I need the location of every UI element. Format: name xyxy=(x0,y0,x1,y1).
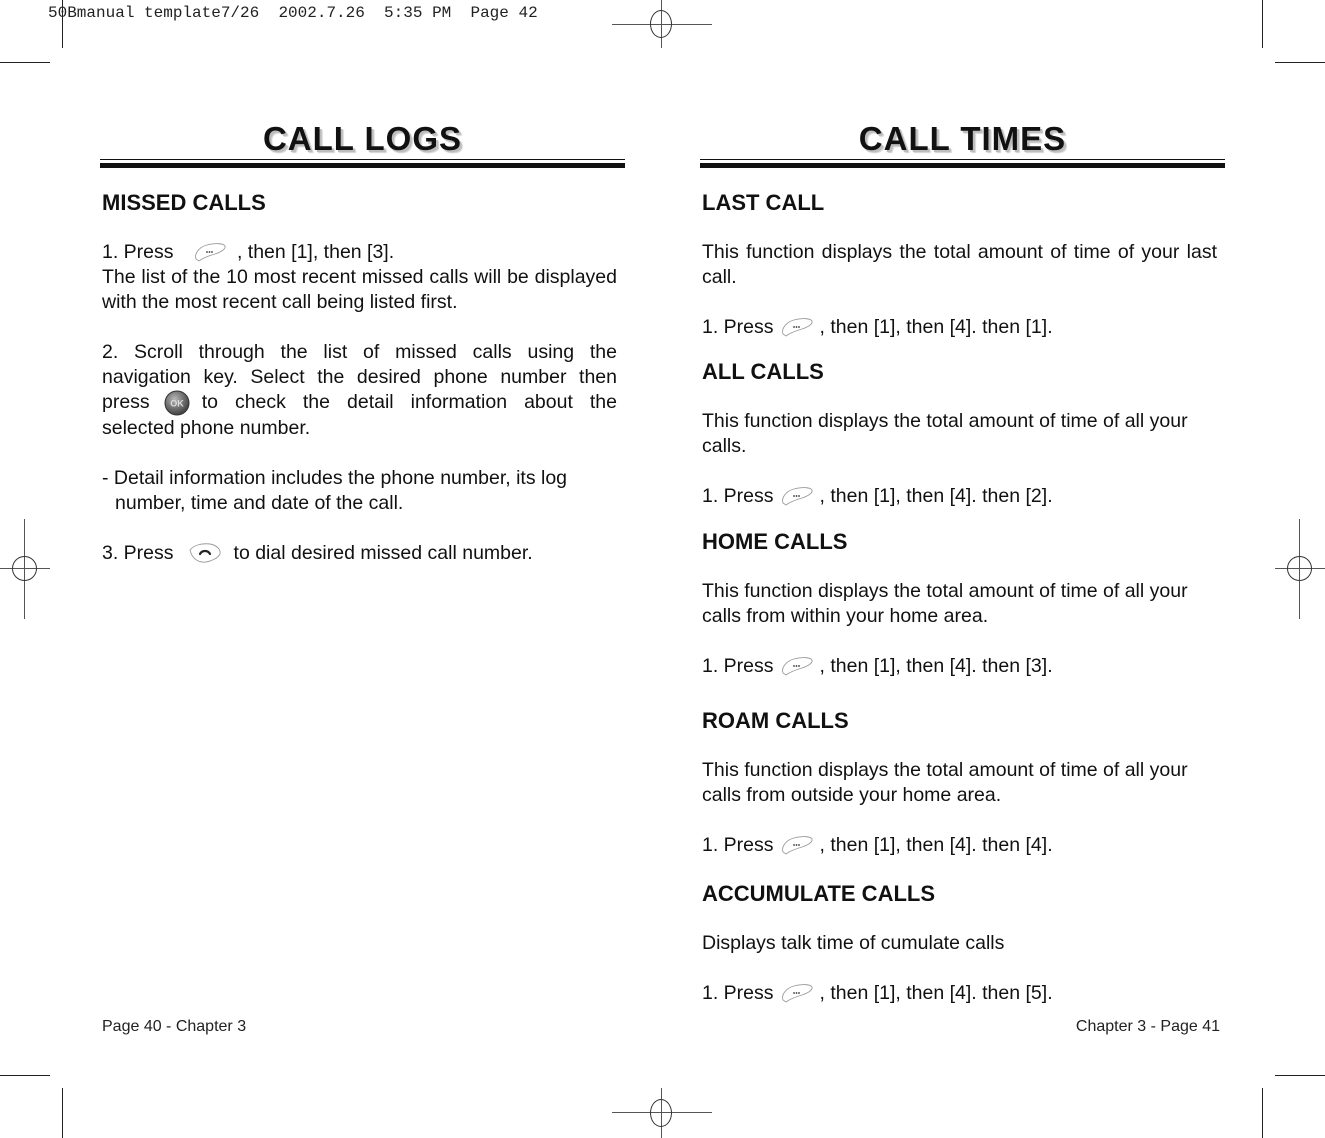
section-description: This function displays the total amount … xyxy=(702,410,1188,457)
menu-key-icon xyxy=(193,242,227,262)
step-2: 2. Scroll through the list of missed cal… xyxy=(102,341,617,439)
step-1-description: The list of the 10 most recent missed ca… xyxy=(102,266,617,313)
title-rule-thin xyxy=(700,159,1225,160)
section-instruction: 1. Press, then [1], then [4]. then [4]. xyxy=(702,834,1053,856)
section-instruction: 1. Press, then [1], then [4]. then [5]. xyxy=(702,982,1053,1004)
crop-mark-br-h xyxy=(1275,1075,1325,1076)
section-instruction: 1. Press, then [1], then [4]. then [1]. xyxy=(702,316,1053,338)
all-calls-section: ALL CALLS This function displays the tot… xyxy=(702,359,1217,509)
menu-key-icon xyxy=(780,656,814,676)
section-heading: MISSED CALLS xyxy=(102,190,266,215)
step-1: 1. Press , then [1], then [3]. xyxy=(102,241,395,263)
menu-key-icon xyxy=(780,835,814,855)
crop-mark-br-v xyxy=(1262,1088,1263,1138)
crop-mark-tl-h xyxy=(0,62,50,63)
section-heading: HOME CALLS xyxy=(702,529,848,554)
crop-mark-tr-v xyxy=(1262,0,1263,48)
crop-mark-bl-v xyxy=(62,1088,63,1138)
page-footer-left: Page 40 - Chapter 3 xyxy=(102,1018,247,1035)
title-rule-thick xyxy=(100,163,625,168)
detail-note: - Detail information includes the phone … xyxy=(102,467,568,489)
menu-key-icon xyxy=(780,486,814,506)
crop-mark-tr-h xyxy=(1275,62,1325,63)
send-key-icon xyxy=(188,542,222,564)
section-description: This function displays the total amount … xyxy=(702,580,1188,627)
last-call-section: LAST CALL This function displays the tot… xyxy=(702,190,1217,340)
section-heading: ROAM CALLS xyxy=(702,708,849,733)
section-heading: LAST CALL xyxy=(702,190,825,215)
chapter-title-call-times: CALL TIMES xyxy=(858,120,1067,157)
section-heading: ALL CALLS xyxy=(702,359,824,384)
step-3: 3. Press to dial desired missed call numb… xyxy=(102,542,533,564)
chapter-title-call-logs: CALL LOGS xyxy=(262,120,463,157)
page-footer-right: Chapter 3 - Page 41 xyxy=(1075,1018,1220,1035)
title-rule-thin xyxy=(100,159,625,160)
roam-calls-section: ROAM CALLS This function displays the to… xyxy=(702,708,1217,858)
section-description: This function displays the total amount … xyxy=(702,759,1188,806)
print-slug: 50Bmanual template7/26 2002.7.26 5:35 PM… xyxy=(48,4,538,22)
title-rule-thick xyxy=(700,163,1225,168)
accumulate-calls-section: ACCUMULATE CALLS Displays talk time of c… xyxy=(702,881,1217,1006)
section-description: This function displays the total amount … xyxy=(702,241,1217,288)
section-instruction: 1. Press, then [1], then [4]. then [3]. xyxy=(702,655,1053,677)
section-description: Displays talk time of cumulate calls xyxy=(702,932,1005,954)
home-calls-section: HOME CALLS This function displays the to… xyxy=(702,529,1217,679)
section-instruction: 1. Press, then [1], then [4]. then [2]. xyxy=(702,485,1053,507)
missed-calls-section: MISSED CALLS 1. Press , then [1], then [… xyxy=(102,190,617,566)
crop-mark-tl-v xyxy=(62,0,63,48)
crop-mark-bl-h xyxy=(0,1075,50,1076)
detail-note-continued: number, time and date of the call. xyxy=(115,492,404,514)
ok-key-icon xyxy=(164,390,190,416)
menu-key-icon xyxy=(780,317,814,337)
menu-key-icon xyxy=(780,983,814,1003)
section-heading: ACCUMULATE CALLS xyxy=(702,881,936,906)
